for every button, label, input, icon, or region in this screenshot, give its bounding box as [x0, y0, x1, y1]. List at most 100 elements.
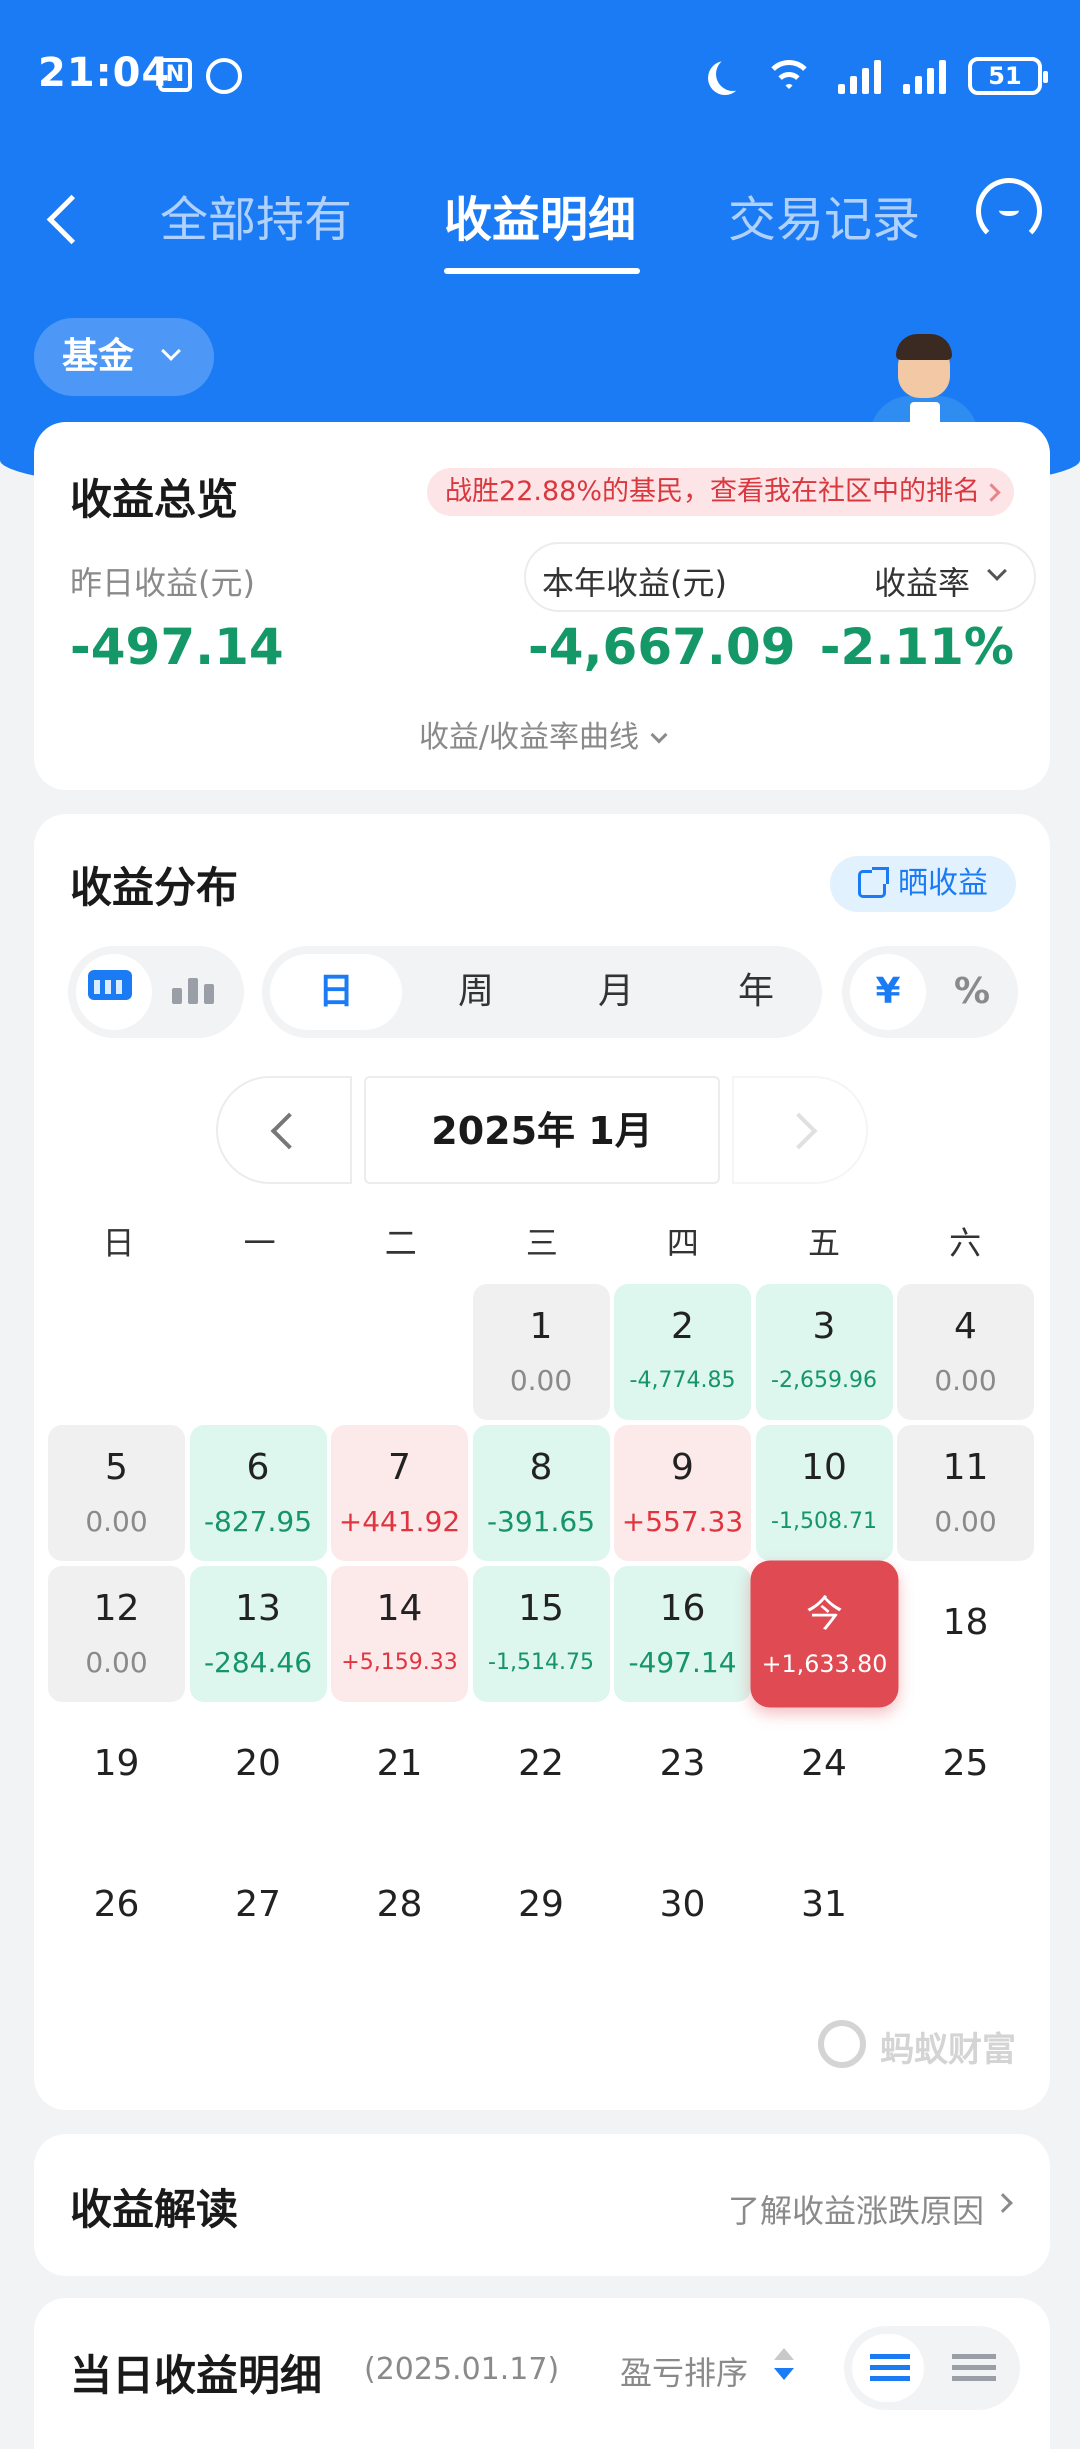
weekday-header: 日 一 二 三 四 五 六: [48, 1218, 1036, 1264]
calendar-day-earnings: -1,514.75: [488, 1650, 594, 1675]
calendar-day-earnings: -4,774.85: [629, 1368, 736, 1393]
calendar-day-cell[interactable]: 27: [190, 1848, 327, 1984]
calendar-day-cell[interactable]: 20: [190, 1707, 327, 1843]
calendar-day-number: 7: [388, 1447, 411, 1488]
calendar-day-cell[interactable]: 29: [473, 1848, 610, 1984]
calendar-empty-cell: [48, 1284, 185, 1420]
calendar-day-cell[interactable]: 19: [48, 1707, 185, 1843]
wifi-icon: [762, 56, 816, 96]
calendar-day-cell[interactable]: 11 0.00: [897, 1425, 1034, 1561]
calendar-day-cell[interactable]: 26: [48, 1848, 185, 1984]
sort-icon[interactable]: [772, 2346, 796, 2386]
share-earnings-button[interactable]: 晒收益: [830, 856, 1016, 912]
next-month-button[interactable]: [732, 1076, 868, 1184]
calendar-day-cell[interactable]: 24: [756, 1707, 893, 1843]
calendar-day-number: 18: [942, 1602, 989, 1643]
calendar-day-cell[interactable]: 16 -497.14: [614, 1566, 751, 1702]
interpretation-link[interactable]: 了解收益涨跌原因: [728, 2186, 984, 2232]
calendar-day-cell[interactable]: 12 0.00: [48, 1566, 185, 1702]
calendar-day-cell[interactable]: 18: [897, 1566, 1034, 1702]
status-time: 21:04: [38, 50, 171, 96]
calendar-day-earnings: -497.14: [628, 1646, 737, 1679]
curve-toggle[interactable]: 收益/收益率曲线: [34, 712, 1050, 756]
customer-service-icon[interactable]: [976, 178, 1042, 244]
calendar-day-earnings: -391.65: [486, 1505, 596, 1538]
list-view-icon[interactable]: [870, 2354, 910, 2382]
calendar-day-cell[interactable]: 10 -1,508.71: [755, 1425, 893, 1561]
unit-toggle: ¥ %: [842, 946, 1018, 1038]
calendar-day-cell[interactable]: 6 -827.95: [189, 1425, 327, 1561]
period-day[interactable]: 日: [266, 946, 406, 1038]
calendar-day-cell[interactable]: 23: [614, 1707, 751, 1843]
sort-by-pnl[interactable]: 盈亏排序: [620, 2348, 748, 2394]
calendar-day-cell[interactable]: 22: [473, 1707, 610, 1843]
asset-type-dropdown[interactable]: 基金: [34, 318, 214, 396]
tab-transactions[interactable]: 交易记录: [728, 160, 920, 280]
calendar-day-number: 12: [93, 1588, 140, 1629]
calendar-day-cell[interactable]: 9 +557.33: [614, 1425, 751, 1561]
card-view-icon[interactable]: [952, 2354, 996, 2382]
rank-banner[interactable]: 战胜22.88%的基民，查看我在社区中的排名: [427, 468, 1014, 516]
interpretation-card[interactable]: 收益解读 了解收益涨跌原因: [34, 2134, 1050, 2276]
calendar-day-number: 9: [671, 1447, 694, 1488]
calendar-view-icon[interactable]: [88, 970, 132, 1000]
calendar-day-cell[interactable]: 13 -284.46: [189, 1566, 327, 1702]
bar-chart-view-icon[interactable]: [172, 970, 220, 1004]
rate-value: -2.11%: [819, 618, 1014, 676]
calendar-day-cell[interactable]: 14 +5,159.33: [331, 1566, 468, 1702]
tab-earnings-detail[interactable]: 收益明细: [444, 160, 636, 280]
calendar-day-cell[interactable]: 4 0.00: [897, 1284, 1034, 1420]
calendar-day-number: 5: [105, 1447, 128, 1488]
calendar-day-earnings: 0.00: [934, 1505, 997, 1538]
distribution-card: 收益分布 晒收益 日 周 月 年 ¥ % 2025年 1月 日 一 二 三 四 …: [34, 814, 1050, 2110]
calendar-day-cell[interactable]: 5 0.00: [48, 1425, 185, 1561]
calendar-day-cell[interactable]: 2 -4,774.85: [614, 1284, 751, 1420]
calendar-day-number: 15: [518, 1588, 564, 1629]
signal-icon-1: [838, 58, 881, 94]
calendar-day-cell[interactable]: 8 -391.65: [472, 1425, 610, 1561]
calendar-day-earnings: +557.33: [621, 1505, 744, 1538]
interpretation-title: 收益解读: [70, 2185, 239, 2234]
watermark-text: 蚂蚁财富: [880, 2030, 1016, 2070]
tab-all-holdings[interactable]: 全部持有: [160, 160, 352, 280]
calendar-day-cell[interactable]: 31: [756, 1848, 893, 1984]
calendar-day-cell[interactable]: 7 +441.92: [331, 1425, 468, 1561]
calendar-day-number: 10: [801, 1447, 847, 1488]
calendar-day-number: 13: [235, 1588, 281, 1629]
calendar-day-number: 29: [518, 1884, 564, 1925]
weekday-label: 一: [243, 1224, 276, 1262]
calendar-day-cell[interactable]: 28: [331, 1848, 468, 1984]
calendar-day-number: 21: [376, 1743, 423, 1784]
asset-type-label: 基金: [62, 336, 135, 377]
calendar-day-earnings: +1,633.80: [761, 1651, 887, 1679]
calendar-day-number: 14: [376, 1588, 423, 1629]
calendar-day-cell[interactable]: 3 -2,659.96: [755, 1284, 893, 1420]
layout-toggle: [844, 2326, 1020, 2410]
period-year[interactable]: 年: [686, 946, 826, 1038]
nfc-icon: N: [158, 58, 192, 92]
unit-percent[interactable]: %: [930, 946, 1014, 1038]
weekday-label: 二: [384, 1224, 417, 1262]
calendar-day-cell[interactable]: 15 -1,514.75: [472, 1566, 610, 1702]
calendar-day-earnings: -2,659.96: [771, 1368, 877, 1393]
calendar-today-cell[interactable]: 今 +1,633.80: [750, 1560, 898, 1708]
previous-month-button[interactable]: [216, 1076, 352, 1184]
calendar-day-earnings: -284.46: [203, 1646, 313, 1679]
calendar-day-number: 30: [659, 1884, 706, 1925]
alarm-icon: [206, 58, 242, 94]
calendar-day-earnings: 0.00: [85, 1505, 148, 1538]
calendar-day-number: 3: [812, 1306, 836, 1347]
month-label[interactable]: 2025年 1月: [364, 1076, 720, 1184]
calendar-day-cell[interactable]: 21: [331, 1707, 468, 1843]
battery-icon: 51: [968, 57, 1048, 95]
unit-amount[interactable]: ¥: [846, 946, 930, 1038]
chevron-down-icon: [161, 341, 181, 361]
calendar-day-cell[interactable]: 25: [897, 1707, 1034, 1843]
rate-label[interactable]: 收益率: [874, 558, 970, 604]
calendar-day-cell[interactable]: 1 0.00: [472, 1284, 610, 1420]
back-button[interactable]: [40, 180, 100, 260]
calendar-day-cell[interactable]: 30: [614, 1848, 751, 1984]
period-week[interactable]: 周: [406, 946, 546, 1038]
period-month[interactable]: 月: [546, 946, 686, 1038]
calendar-day-number: 22: [518, 1743, 564, 1784]
